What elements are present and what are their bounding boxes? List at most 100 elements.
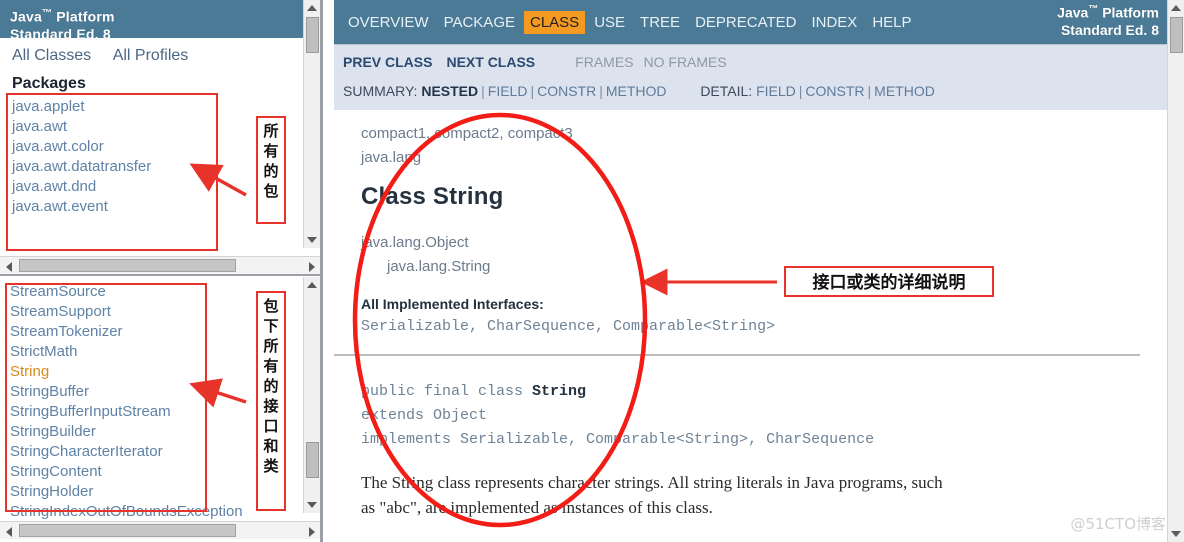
scroll-down-arrow-icon[interactable] — [304, 232, 320, 248]
scroll-right-arrow-icon[interactable] — [303, 522, 320, 539]
class-item-clipped-bottom[interactable]: StringIndexOutOfBoundsException — [10, 502, 320, 522]
separator: | — [867, 83, 872, 99]
signature-line-1: public final class String — [361, 380, 1167, 404]
nav-item-help[interactable]: HELP — [866, 11, 917, 34]
class-frame-hscrollbar[interactable] — [0, 521, 320, 539]
signature-line-3: implements Serializable, Comparable<Stri… — [361, 431, 875, 448]
summary-constr-link[interactable]: CONSTR — [537, 83, 596, 99]
all-classes-link[interactable]: All Classes — [12, 47, 91, 64]
left-brand-line2: Standard Ed. 8 — [10, 25, 111, 42]
class-item[interactable]: StringBuilder — [10, 422, 320, 442]
package-item[interactable]: java.awt.event — [12, 197, 320, 217]
prev-class-link[interactable]: PREV CLASS — [343, 54, 432, 70]
frames-link[interactable]: FRAMES — [575, 54, 633, 70]
inheritance-root[interactable]: java.lang.Object — [361, 231, 1167, 255]
detail-frame-vscrollbar[interactable] — [1167, 0, 1184, 542]
package-frame-hscroll-thumb[interactable] — [19, 259, 236, 272]
frame-vertical-divider[interactable] — [320, 0, 323, 542]
implemented-interfaces-list[interactable]: Serializable, CharSequence, Comparable<S… — [361, 318, 1167, 335]
no-frames-link[interactable]: NO FRAMES — [644, 54, 727, 70]
class-item-selected[interactable]: String — [10, 362, 320, 382]
summary-method-link[interactable]: METHOD — [606, 83, 667, 99]
class-frame-hscroll-thumb[interactable] — [19, 524, 236, 537]
separator: | — [530, 83, 535, 99]
implemented-interfaces-heading: All Implemented Interfaces: — [361, 296, 544, 312]
horizontal-rule — [334, 354, 1140, 356]
detail-label: DETAIL: — [700, 83, 753, 99]
right-brand-line2: Standard Ed. 8 — [1060, 21, 1159, 38]
description-line-2: as "abc", are implemented as instances o… — [361, 498, 713, 517]
left-brand-header: Java™ Platform Standard Ed. 8 — [0, 0, 320, 42]
nav-item-overview[interactable]: OVERVIEW — [342, 11, 435, 34]
class-item[interactable]: StrictMath — [10, 342, 320, 362]
nav-item-index[interactable]: INDEX — [805, 11, 863, 34]
class-description: The String class represents character st… — [361, 470, 1151, 520]
nav-item-package[interactable]: PACKAGE — [438, 11, 521, 34]
class-frame-vscrollbar[interactable] — [303, 277, 320, 513]
scroll-down-arrow-icon[interactable] — [1168, 526, 1184, 542]
class-item[interactable]: StringBufferInputStream — [10, 402, 320, 422]
class-frame: StreamResult StreamSource StreamSupport … — [0, 276, 320, 523]
nav-item-tree[interactable]: TREE — [634, 11, 686, 34]
page-title: Class String — [361, 183, 504, 210]
summary-nested-link[interactable]: NESTED — [421, 83, 478, 99]
site-watermark: @51CTO博客 — [1070, 515, 1166, 533]
class-frame-vscroll-thumb[interactable] — [306, 442, 319, 478]
right-brand-line1b: Platform — [1098, 4, 1159, 21]
package-item[interactable]: java.awt — [12, 117, 320, 137]
detail-constr-link[interactable]: CONSTR — [805, 83, 864, 99]
package-item[interactable]: java.applet — [12, 97, 320, 117]
nav-item-deprecated[interactable]: DEPRECATED — [689, 11, 802, 34]
package-item[interactable]: java.awt.datatransfer — [12, 157, 320, 177]
left-frame: Java™ Platform Standard Ed. 8 All Classe… — [0, 0, 333, 542]
package-frame-vscrollbar[interactable] — [303, 0, 320, 248]
class-item[interactable]: StringBuffer — [10, 382, 320, 402]
detail-frame-vscroll-thumb[interactable] — [1170, 17, 1183, 53]
package-frame-vscroll-thumb[interactable] — [306, 17, 319, 53]
scroll-left-arrow-icon[interactable] — [0, 257, 17, 274]
class-list: StreamResult StreamSource StreamSupport … — [0, 276, 320, 522]
packages-list: java.applet java.awt java.awt.color java… — [0, 97, 320, 217]
class-signature: public final class String extends Object… — [361, 380, 1167, 452]
summary-field-link[interactable]: FIELD — [488, 83, 528, 99]
separator: | — [798, 83, 803, 99]
class-documentation-body: compact1, compact2, compact3 java.lang C… — [334, 110, 1167, 542]
next-class-link[interactable]: NEXT CLASS — [446, 54, 535, 70]
package-frame: Java™ Platform Standard Ed. 8 All Classe… — [0, 0, 320, 267]
package-line[interactable]: java.lang — [361, 146, 1167, 170]
nav-item-class[interactable]: CLASS — [524, 11, 586, 34]
package-item[interactable]: java.awt.dnd — [12, 177, 320, 197]
class-item[interactable]: StreamSource — [10, 282, 320, 302]
class-item[interactable]: StringCharacterIterator — [10, 442, 320, 462]
package-item[interactable]: java.awt.color — [12, 137, 320, 157]
separator: | — [481, 83, 485, 99]
detail-method-link[interactable]: METHOD — [874, 83, 935, 99]
scroll-left-arrow-icon[interactable] — [0, 522, 17, 539]
class-item[interactable]: StreamSupport — [10, 302, 320, 322]
profiles-line: compact1, compact2, compact3 — [361, 125, 573, 142]
detail-field-link[interactable]: FIELD — [756, 83, 796, 99]
right-brand-header: Java™ Platform Standard Ed. 8 — [1057, 1, 1159, 39]
class-item[interactable]: StreamTokenizer — [10, 322, 320, 342]
scroll-up-arrow-icon[interactable] — [304, 277, 320, 293]
summary-label: SUMMARY: — [343, 83, 418, 99]
class-item[interactable]: StringHolder — [10, 482, 320, 502]
class-item[interactable]: StringContent — [10, 462, 320, 482]
scroll-right-arrow-icon[interactable] — [303, 257, 320, 274]
packages-heading: Packages — [12, 75, 86, 92]
trademark-icon: ™ — [1088, 4, 1099, 15]
sub-nav-row-summary-detail: SUMMARY: NESTED | FIELD | CONSTR | METHOD DETA… — [343, 83, 935, 99]
scroll-up-arrow-icon[interactable] — [304, 0, 320, 16]
package-frame-hscrollbar[interactable] — [0, 256, 320, 274]
scroll-up-arrow-icon[interactable] — [1168, 0, 1184, 16]
trademark-icon: ™ — [41, 8, 53, 19]
left-brand-line1b: Platform — [52, 8, 115, 25]
all-profiles-link[interactable]: All Profiles — [113, 47, 189, 64]
top-navigation-bar: OVERVIEW PACKAGE CLASS USE TREE DEPRECATED IND… — [334, 0, 1167, 44]
signature-line-2: extends Object — [361, 407, 488, 424]
scroll-down-arrow-icon[interactable] — [304, 497, 320, 513]
nav-item-use[interactable]: USE — [588, 11, 631, 34]
inheritance-tree: java.lang.Object java.lang.String — [361, 231, 1167, 279]
right-brand-line1: Java — [1057, 4, 1089, 21]
description-line-1: The String class represents character st… — [361, 473, 943, 492]
